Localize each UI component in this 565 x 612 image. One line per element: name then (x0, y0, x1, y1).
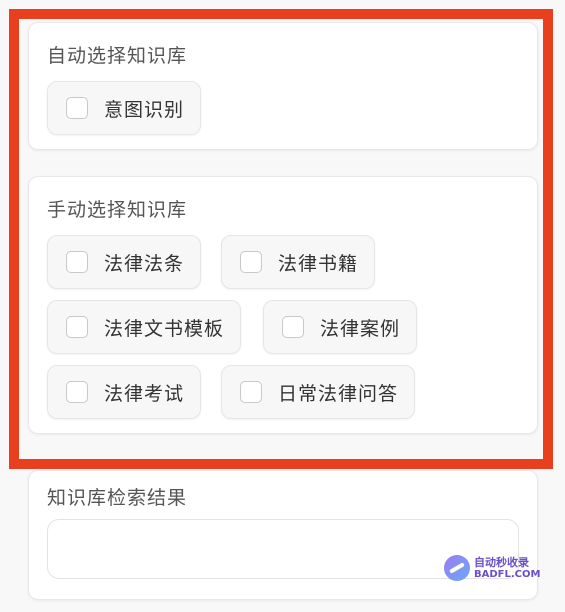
checkbox[interactable] (66, 251, 88, 273)
option-legal-cases[interactable]: 法律案例 (263, 300, 418, 354)
option-intent-recognition[interactable]: 意图识别 (47, 81, 202, 135)
checkbox[interactable] (66, 316, 88, 338)
option-legal-books[interactable]: 法律书籍 (221, 235, 376, 289)
manual-select-panel: 手动选择知识库 法律法条 法律书籍 法律文书模板 法律案例 法律考试 日常法律问… (28, 176, 538, 434)
watermark-line1: 自动秒收录 (474, 555, 529, 569)
option-label: 意图识别 (104, 98, 185, 121)
option-label: 法律案例 (320, 317, 401, 340)
option-label: 法律文书模板 (104, 317, 225, 340)
auto-select-panel: 自动选择知识库 意图识别 (28, 22, 538, 150)
option-legal-document-templates[interactable]: 法律文书模板 (47, 300, 242, 354)
checkbox[interactable] (66, 381, 88, 403)
watermark: 自动秒收录 BADFL.COM (444, 555, 540, 581)
option-label: 法律书籍 (278, 252, 359, 275)
option-label: 法律考试 (104, 382, 185, 405)
retrieval-results-title: 知识库检索结果 (47, 487, 188, 509)
checkbox[interactable] (240, 251, 262, 273)
option-daily-legal-qa[interactable]: 日常法律问答 (221, 365, 416, 419)
checkbox[interactable] (66, 97, 88, 119)
checkbox[interactable] (282, 316, 304, 338)
auto-select-title: 自动选择知识库 (47, 45, 188, 67)
option-legal-exams[interactable]: 法律考试 (47, 365, 202, 419)
watermark-line2: BADFL.COM (474, 568, 541, 580)
watermark-logo-icon (444, 555, 470, 581)
option-label: 日常法律问答 (278, 382, 399, 405)
option-label: 法律法条 (104, 252, 185, 275)
option-legal-statutes[interactable]: 法律法条 (47, 235, 202, 289)
checkbox[interactable] (240, 381, 262, 403)
manual-select-title: 手动选择知识库 (47, 199, 188, 221)
